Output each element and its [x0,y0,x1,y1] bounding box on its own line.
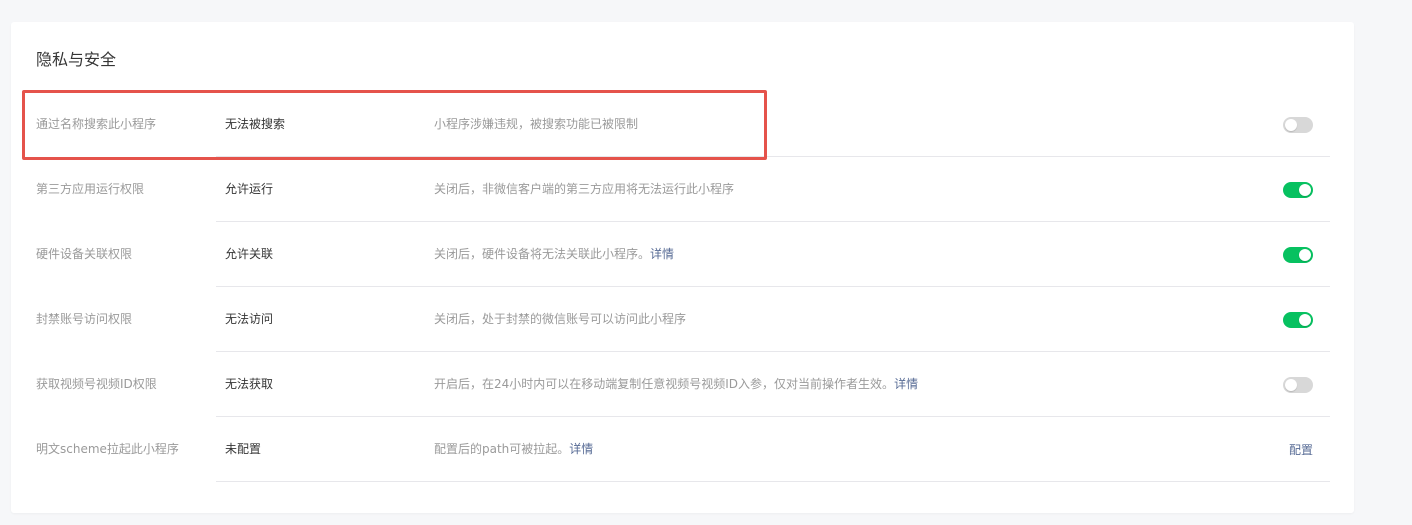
setting-label: 封禁账号访问权限 [36,312,133,326]
setting-row-third-party-run: 第三方应用运行权限 允许运行 关闭后，非微信客户端的第三方应用将无法运行此小程序 [11,157,1354,222]
configure-link[interactable]: 配置 [1289,441,1313,458]
toggle-switch[interactable] [1283,116,1313,133]
setting-row-plain-scheme: 明文scheme拉起此小程序 未配置 配置后的path可被拉起。详情 配置 [11,417,1354,482]
setting-row-hardware-link: 硬件设备关联权限 允许关联 关闭后，硬件设备将无法关联此小程序。详情 [11,222,1354,287]
setting-label: 明文scheme拉起此小程序 [36,442,179,456]
setting-row-channels-video-id: 获取视频号视频ID权限 无法获取 开启后，在24小时内可以在移动端复制任意视频号… [11,352,1354,417]
setting-label: 获取视频号视频ID权限 [36,377,157,391]
setting-row-name-search: 通过名称搜索此小程序 无法被搜索 小程序涉嫌违规，被搜索功能已被限制 [11,90,1354,160]
toggle-switch[interactable] [1283,246,1313,263]
toggle-knob [1299,313,1311,326]
details-link[interactable]: 详情 [569,442,593,456]
section-title: 隐私与安全 [36,50,117,69]
setting-status: 无法获取 [225,377,274,391]
toggle-switch[interactable] [1283,181,1313,198]
setting-status: 无法被搜索 [225,117,286,131]
details-link[interactable]: 详情 [650,247,674,261]
setting-label: 硬件设备关联权限 [36,247,133,261]
privacy-security-card: 隐私与安全 通过名称搜索此小程序 无法被搜索 小程序涉嫌违规，被搜索功能已被限制… [11,22,1354,513]
toggle-knob [1285,378,1297,391]
setting-status: 无法访问 [225,312,274,326]
setting-description: 关闭后，处于封禁的微信账号可以访问此小程序 [434,287,686,352]
setting-description-text: 开启后，在24小时内可以在移动端复制任意视频号视频ID入参，仅对当前操作者生效。 [434,377,895,391]
setting-action [1283,157,1313,222]
toggle-knob [1299,248,1311,261]
setting-label: 通过名称搜索此小程序 [36,117,157,131]
setting-status: 未配置 [225,442,262,456]
toggle-knob [1299,183,1311,196]
setting-row-banned-account-access: 封禁账号访问权限 无法访问 关闭后，处于封禁的微信账号可以访问此小程序 [11,287,1354,352]
setting-description-text: 小程序涉嫌违规，被搜索功能已被限制 [434,117,639,131]
toggle-switch[interactable] [1283,311,1313,328]
setting-description: 关闭后，非微信客户端的第三方应用将无法运行此小程序 [434,157,734,222]
setting-description-text: 关闭后，硬件设备将无法关联此小程序。 [434,247,651,261]
setting-description: 配置后的path可被拉起。详情 [434,417,593,482]
setting-action [1283,92,1313,157]
row-divider [216,481,1330,482]
setting-status: 允许运行 [225,182,274,196]
setting-description-text: 关闭后，非微信客户端的第三方应用将无法运行此小程序 [434,182,735,196]
setting-action [1283,287,1313,352]
settings-list: 通过名称搜索此小程序 无法被搜索 小程序涉嫌违规，被搜索功能已被限制 第三方应用… [11,90,1354,482]
toggle-switch[interactable] [1283,376,1313,393]
setting-description: 小程序涉嫌违规，被搜索功能已被限制 [434,92,638,157]
setting-description: 关闭后，硬件设备将无法关联此小程序。详情 [434,222,674,287]
setting-description-text: 配置后的path可被拉起。 [434,442,570,456]
setting-status: 允许关联 [225,247,274,261]
setting-description-text: 关闭后，处于封禁的微信账号可以访问此小程序 [434,312,687,326]
setting-action [1283,352,1313,417]
setting-label: 第三方应用运行权限 [36,182,145,196]
toggle-knob [1285,118,1297,131]
setting-action [1283,222,1313,287]
setting-description: 开启后，在24小时内可以在移动端复制任意视频号视频ID入参，仅对当前操作者生效。… [434,352,918,417]
setting-action: 配置 [1289,417,1313,482]
details-link[interactable]: 详情 [894,377,918,391]
